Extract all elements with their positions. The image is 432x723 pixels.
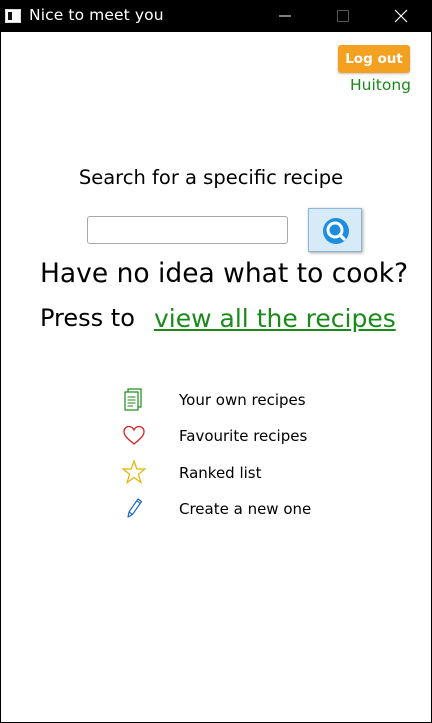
search-button[interactable] (308, 208, 362, 252)
menu-item-ranked-list[interactable]: Ranked list (121, 459, 341, 489)
main-window: Log out Huitong Search for a specific re… (1, 32, 431, 722)
search-input[interactable] (87, 216, 288, 244)
minimize-button[interactable] (262, 0, 308, 32)
maximize-icon (337, 10, 349, 22)
view-all-recipes-link[interactable]: view all the recipes (154, 304, 396, 333)
menu-item-own-recipes[interactable]: Your own recipes (121, 386, 341, 416)
search-heading: Search for a specific recipe (78, 166, 344, 189)
search-icon (323, 218, 349, 244)
heart-icon (121, 422, 149, 450)
app-icon (5, 9, 21, 23)
minimize-icon (279, 15, 291, 17)
close-button[interactable] (378, 0, 424, 32)
username-label: Huitong (349, 76, 411, 94)
no-idea-heading: Have no idea what to cook? (40, 258, 409, 289)
press-to-label: Press to (40, 304, 135, 332)
menu-item-label: Favourite recipes (179, 427, 308, 445)
title-bar: Nice to meet you (0, 0, 432, 32)
menu-item-favourite-recipes[interactable]: Favourite recipes (121, 422, 341, 452)
menu-item-label: Your own recipes (179, 391, 306, 409)
maximize-button (320, 0, 366, 32)
star-icon (121, 459, 149, 487)
menu-item-label: Create a new one (179, 500, 312, 518)
notebook-icon (121, 386, 149, 414)
window-title: Nice to meet you (29, 6, 164, 24)
menu-item-label: Ranked list (179, 464, 262, 482)
logout-button[interactable]: Log out (338, 45, 410, 73)
menu-item-create-new[interactable]: Create a new one (121, 495, 341, 525)
pencil-icon (121, 495, 149, 523)
close-icon (394, 9, 408, 23)
